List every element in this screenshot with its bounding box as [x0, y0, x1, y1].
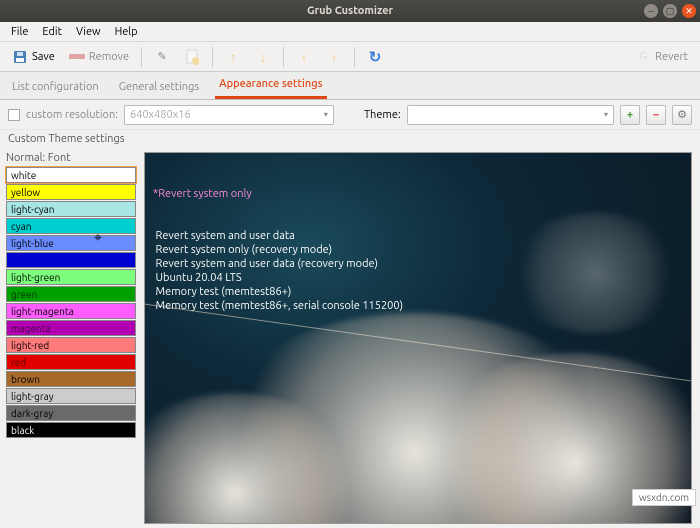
resolution-value: 640x480x16: [130, 109, 191, 121]
window-controls: – ▢ ✕: [644, 4, 696, 18]
down-button: ↓: [249, 46, 277, 68]
menubar: File Edit View Help: [0, 22, 700, 42]
color-swatch-black[interactable]: black: [6, 422, 136, 438]
next-button: ›: [320, 46, 348, 68]
custom-resolution-label: custom resolution:: [26, 109, 118, 121]
menu-edit[interactable]: Edit: [35, 24, 69, 40]
section-label: Custom Theme settings: [0, 130, 700, 148]
main-area: Normal: Font whiteyellowlight-cyancyanli…: [0, 148, 700, 528]
menu-view[interactable]: View: [69, 24, 108, 40]
remove-theme-button[interactable]: –: [646, 105, 666, 125]
up-button: ↑: [219, 46, 247, 68]
pencil-icon: ✎: [154, 49, 170, 65]
color-swatch-light-magenta[interactable]: light-magenta: [6, 303, 136, 319]
tab-list[interactable]: List configuration: [8, 75, 103, 99]
color-swatch-light-gray[interactable]: light-gray: [6, 388, 136, 404]
separator: [283, 47, 284, 67]
color-swatch-white[interactable]: white: [6, 167, 136, 183]
boot-preview: *Revert system only Revert system and us…: [144, 152, 692, 524]
refresh-icon: ↻: [367, 49, 383, 65]
arrow-up-icon: ↑: [225, 49, 241, 65]
separator: [212, 47, 213, 67]
separator: [141, 47, 142, 67]
color-swatch-dark-gray[interactable]: dark-gray: [6, 405, 136, 421]
options-row: custom resolution: 640x480x16 ▾ Theme: ▾…: [0, 100, 700, 130]
theme-combo[interactable]: ▾: [407, 105, 614, 125]
tab-general[interactable]: General settings: [115, 75, 203, 99]
save-button[interactable]: Save: [6, 46, 61, 68]
menu-file[interactable]: File: [4, 24, 35, 40]
add-theme-button[interactable]: +: [620, 105, 640, 125]
chevron-left-icon: ‹: [296, 49, 312, 65]
color-swatch-green[interactable]: green: [6, 286, 136, 302]
edit-button: ✎: [148, 46, 176, 68]
color-swatch-light-red[interactable]: light-red: [6, 337, 136, 353]
titlebar: Grub Customizer – ▢ ✕: [0, 0, 700, 22]
chevron-right-icon: ›: [326, 49, 342, 65]
boot-entry: Memory test (memtest86+, serial console …: [153, 299, 403, 313]
revert-label: Revert: [655, 51, 688, 63]
chevron-down-icon: ▾: [604, 110, 608, 119]
minus-icon: –: [653, 109, 659, 121]
color-swatch-magenta[interactable]: magenta: [6, 320, 136, 336]
save-icon: [12, 49, 28, 65]
theme-label: Theme:: [364, 109, 401, 121]
arrow-down-icon: ↓: [255, 49, 271, 65]
tabbar: List configuration General settings Appe…: [0, 72, 700, 100]
sidebar-label: Normal: Font: [6, 152, 136, 164]
remove-button: Remove: [63, 46, 135, 68]
custom-resolution-checkbox[interactable]: [8, 109, 20, 121]
color-swatch-blue[interactable]: blue: [6, 252, 136, 268]
remove-label: Remove: [89, 51, 129, 63]
menu-help[interactable]: Help: [108, 24, 145, 40]
refresh-button[interactable]: ↻: [361, 46, 389, 68]
watermark: wsxdn.com: [632, 489, 696, 506]
window-title: Grub Customizer: [0, 5, 700, 17]
boot-entry: Ubuntu 20.04 LTS: [153, 271, 403, 285]
chevron-down-icon: ▾: [324, 110, 328, 119]
revert-button: ⎌ Revert: [629, 46, 694, 68]
boot-menu: *Revert system only Revert system and us…: [153, 159, 403, 341]
color-swatch-brown[interactable]: brown: [6, 371, 136, 387]
prev-button: ‹: [290, 46, 318, 68]
color-swatch-red[interactable]: red: [6, 354, 136, 370]
resolution-combo[interactable]: 640x480x16 ▾: [124, 105, 334, 125]
color-swatch-yellow[interactable]: yellow: [6, 184, 136, 200]
color-swatch-light-cyan[interactable]: light-cyan: [6, 201, 136, 217]
plus-icon: +: [627, 109, 633, 121]
minimize-icon[interactable]: –: [644, 4, 658, 18]
boot-entry: Revert system only (recovery mode): [153, 243, 403, 257]
theme-settings-button[interactable]: ⚙: [672, 105, 692, 125]
toolbar: Save Remove ✎ ↑ ↓ ‹ › ↻ ⎌ Revert: [0, 42, 700, 72]
boot-entry: Revert system and user data: [153, 229, 403, 243]
remove-icon: [69, 49, 85, 65]
tab-appearance[interactable]: Appearance settings: [215, 72, 326, 99]
color-swatch-cyan[interactable]: cyan: [6, 218, 136, 234]
maximize-icon[interactable]: ▢: [663, 4, 677, 18]
color-swatch-light-green[interactable]: light-green: [6, 269, 136, 285]
color-sidebar: Normal: Font whiteyellowlight-cyancyanli…: [0, 148, 142, 528]
revert-icon: ⎌: [635, 49, 651, 65]
boot-selected: *Revert system only: [153, 187, 403, 201]
gear-icon: ⚙: [677, 108, 687, 121]
boot-entry: Memory test (memtest86+): [153, 285, 403, 299]
separator: [354, 47, 355, 67]
new-button: [178, 46, 206, 68]
boot-entry: Revert system and user data (recovery mo…: [153, 257, 403, 271]
close-icon[interactable]: ✕: [682, 4, 696, 18]
save-label: Save: [32, 51, 55, 63]
document-icon: [184, 49, 200, 65]
color-swatch-light-blue[interactable]: light-blue: [6, 235, 136, 251]
